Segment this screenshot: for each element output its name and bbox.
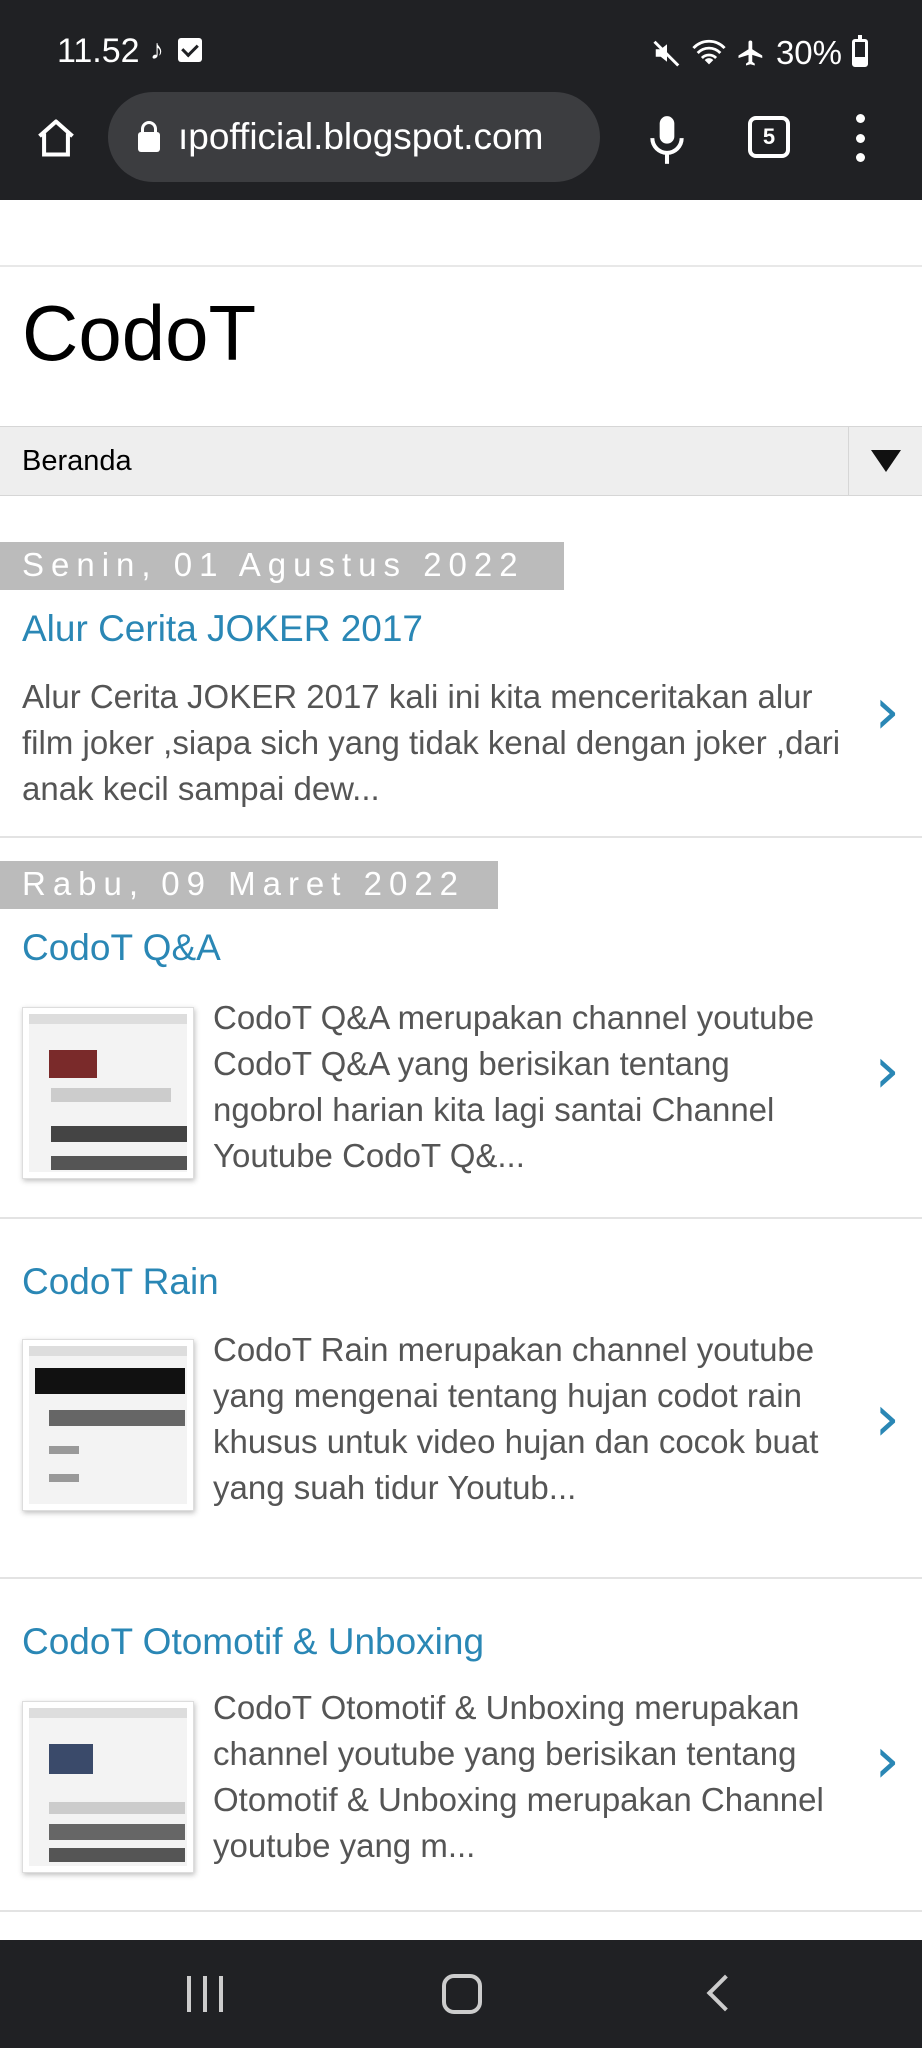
recents-bar xyxy=(187,1976,191,2012)
system-nav-bar xyxy=(0,1940,922,2048)
post-title[interactable]: CodoT Otomotif & Unboxing xyxy=(22,1621,484,1663)
header-divider xyxy=(0,265,922,267)
post-title[interactable]: CodoT Q&A xyxy=(22,927,221,969)
post-snippet: CodoT Q&A merupakan channel youtube Codo… xyxy=(213,999,815,1174)
thumbnail-image xyxy=(29,1346,187,1504)
home-button[interactable] xyxy=(28,110,84,166)
overflow-menu-button[interactable] xyxy=(848,110,872,166)
notification-icons: ♪ xyxy=(150,36,202,64)
post-snippet: Alur Cerita JOKER 2017 kali ini kita men… xyxy=(22,678,841,807)
menu-dot xyxy=(855,114,865,123)
wifi-icon xyxy=(692,39,726,65)
home-icon xyxy=(38,119,74,157)
post-item[interactable]: Alur Cerita JOKER 2017 Alur Cerita JOKER… xyxy=(0,590,922,838)
battery-percent: 30% xyxy=(775,34,842,71)
browser-toolbar: ıpofficial.blogspot.com 5 xyxy=(0,92,922,200)
recents-bar xyxy=(219,1976,223,2012)
thumbnail-image xyxy=(29,1708,187,1866)
chevron-right-icon[interactable]: › xyxy=(874,1387,900,1451)
status-right-group: 30% xyxy=(652,34,868,72)
recent-apps-button[interactable] xyxy=(187,1976,223,2012)
mute-icon xyxy=(653,40,680,67)
nav-selected-label: Beranda xyxy=(22,445,132,477)
lock-icon xyxy=(138,121,160,152)
browser-chrome: 11.52 ♪ 30% ıpofficial.blogspot.com 5 xyxy=(0,0,922,200)
menu-dot xyxy=(855,153,865,162)
tab-count: 5 xyxy=(762,124,776,149)
address-bar[interactable]: ıpofficial.blogspot.com xyxy=(108,92,600,182)
post-snippet: CodoT Otomotif & Unboxing merupakan chan… xyxy=(213,1689,824,1864)
recents-bar xyxy=(203,1976,207,2012)
post-title[interactable]: CodoT Rain xyxy=(22,1261,219,1303)
checkbox-notification-icon xyxy=(178,38,202,62)
status-time: 11.52 xyxy=(57,32,140,70)
thumbnail-image xyxy=(29,1014,187,1172)
url-text: ıpofficial.blogspot.com xyxy=(178,116,544,157)
chevron-right-icon[interactable]: › xyxy=(874,680,900,744)
microphone-icon xyxy=(650,116,684,164)
post-thumbnail[interactable] xyxy=(22,1339,194,1511)
post-item[interactable]: CodoT Q&A CodoT Q&A merupakan channel yo… xyxy=(0,909,922,1219)
battery-icon xyxy=(852,35,868,67)
date-header: Rabu, 09 Maret 2022 xyxy=(0,861,498,909)
post-thumbnail[interactable] xyxy=(22,1701,194,1873)
post-snippet: CodoT Rain merupakan channel youtube yan… xyxy=(213,1331,819,1506)
menu-dot xyxy=(855,133,865,143)
post-item[interactable]: CodoT Rain CodoT Rain merupakan channel … xyxy=(0,1219,922,1579)
page-nav-dropdown[interactable]: Beranda xyxy=(0,426,922,496)
tab-switcher-button[interactable]: 5 xyxy=(748,116,790,158)
blog-title[interactable]: CodoT xyxy=(22,288,256,379)
status-bar: 11.52 ♪ 30% xyxy=(0,0,922,100)
voice-search-button[interactable] xyxy=(645,112,689,168)
airplane-icon xyxy=(738,40,763,66)
system-home-button[interactable] xyxy=(442,1974,482,2014)
post-title[interactable]: Alur Cerita JOKER 2017 xyxy=(22,608,423,650)
post-item[interactable]: CodoT Otomotif & Unboxing CodoT Otomotif… xyxy=(0,1579,922,1912)
tiktok-icon: ♪ xyxy=(150,34,164,65)
post-thumbnail[interactable] xyxy=(22,1007,194,1179)
chevron-right-icon[interactable]: › xyxy=(874,1729,900,1793)
system-back-button[interactable] xyxy=(706,1974,744,2012)
dropdown-arrow-icon xyxy=(848,427,922,495)
chevron-right-icon[interactable]: › xyxy=(874,1039,900,1103)
date-header: Senin, 01 Agustus 2022 xyxy=(0,542,564,590)
